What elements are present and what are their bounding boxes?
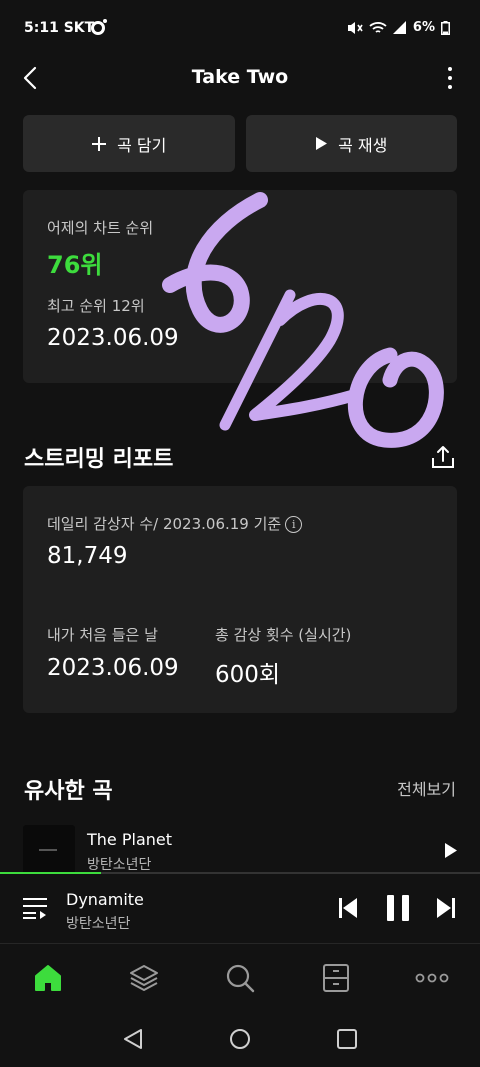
page-title: Take Two <box>191 66 289 88</box>
battery-icon <box>441 20 450 35</box>
system-recents-icon[interactable] <box>336 1028 358 1050</box>
wifi-icon <box>369 21 387 33</box>
next-icon[interactable] <box>436 897 456 919</box>
peak-rank-date: 2023.06.09 <box>47 325 179 351</box>
total-plays-label: 총 감상 횟수 (실시간) <box>215 626 352 644</box>
peak-rank-label: 최고 순위 12위 <box>47 297 145 315</box>
nav-more[interactable] <box>384 945 480 1010</box>
layers-icon <box>130 964 158 991</box>
mini-player[interactable]: Dynamite 방탄소년단 <box>0 872 480 944</box>
view-all-link[interactable]: 전체보기 <box>397 776 456 800</box>
list-item[interactable]: The Planet 방탄소년단 <box>0 822 480 877</box>
signal-icon <box>392 21 406 34</box>
song-artist: 방탄소년단 <box>87 857 152 873</box>
more-options-button[interactable] <box>438 62 462 94</box>
progress-track[interactable] <box>0 872 480 874</box>
carrier-icon <box>91 19 107 35</box>
plus-icon <box>92 136 107 151</box>
total-plays-value: 600회 <box>215 662 281 688</box>
add-song-button[interactable]: 곡 담기 <box>23 115 235 172</box>
nav-search[interactable] <box>192 945 288 1010</box>
daily-listeners-label: 데일리 감상자 수/ 2023.06.19 기준 i <box>47 513 303 534</box>
chart-card: 어제의 차트 순위 76위 최고 순위 12위 2023.06.09 <box>23 190 457 383</box>
library-icon <box>323 963 349 992</box>
add-song-label: 곡 담기 <box>117 135 167 155</box>
play-icon[interactable] <box>444 842 458 859</box>
daily-listeners-value: 81,749 <box>47 543 128 569</box>
nav-layers[interactable] <box>96 945 192 1010</box>
nav-library[interactable] <box>288 945 384 1010</box>
action-row: 곡 담기 곡 재생 <box>23 115 457 172</box>
similar-songs-title: 유사한 곡 <box>24 779 113 804</box>
pause-icon[interactable] <box>385 894 411 922</box>
progress-fill <box>0 872 101 874</box>
status-bar: 5:11 SKT 6% <box>0 0 480 58</box>
play-song-label: 곡 재생 <box>338 135 388 155</box>
status-icons: 6% <box>347 20 450 35</box>
play-song-button[interactable]: 곡 재생 <box>245 115 457 172</box>
song-title: The Planet <box>87 830 172 849</box>
playlist-queue-icon[interactable] <box>22 897 48 919</box>
now-playing-title: Dynamite <box>66 890 144 909</box>
system-home-icon[interactable] <box>229 1028 251 1050</box>
system-nav-bar <box>0 1010 480 1067</box>
yesterday-rank-label: 어제의 차트 순위 <box>47 219 154 237</box>
share-icon[interactable] <box>430 444 456 470</box>
nav-home[interactable] <box>0 945 96 1010</box>
streaming-report-card: 데일리 감상자 수/ 2023.06.19 기준 i 81,749 내가 처음 들… <box>23 486 457 713</box>
streaming-report-title: 스트리밍 리포트 <box>24 447 174 472</box>
first-listen-value: 2023.06.09 <box>47 655 179 681</box>
first-listen-label: 내가 처음 들은 날 <box>47 626 158 644</box>
play-icon <box>316 137 328 150</box>
bottom-nav <box>0 945 480 1010</box>
home-icon <box>35 964 61 991</box>
previous-icon[interactable] <box>338 897 358 919</box>
yesterday-rank-value: 76위 <box>47 251 103 279</box>
status-time: 5:11 SKT <box>24 20 95 36</box>
search-icon <box>226 964 255 992</box>
battery-percent: 6% <box>412 20 435 35</box>
now-playing-artist: 방탄소년단 <box>66 916 131 932</box>
mute-icon <box>347 21 363 34</box>
header: Take Two <box>0 58 480 98</box>
album-art <box>23 825 75 877</box>
system-back-icon[interactable] <box>122 1028 144 1050</box>
more-icon <box>415 973 449 982</box>
info-icon[interactable]: i <box>285 516 303 533</box>
